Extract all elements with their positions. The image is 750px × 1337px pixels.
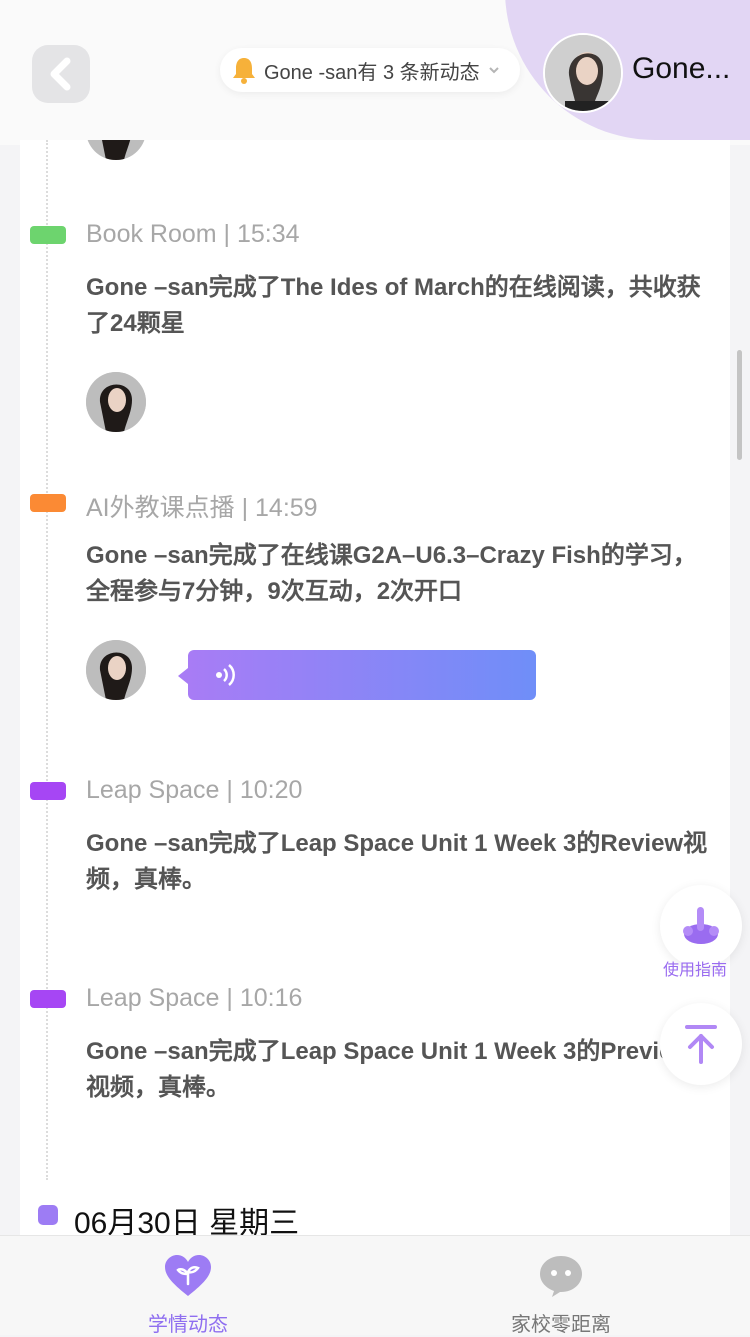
tag-marker xyxy=(30,782,66,800)
tab-label: 家校零距离 xyxy=(511,1314,611,1336)
scrollbar[interactable] xyxy=(737,350,742,460)
chat-bubble-icon xyxy=(540,1256,582,1297)
notification-pill[interactable]: Gone -san有 3 条新动态 xyxy=(220,48,520,92)
date-header: 06月30日 星期三 xyxy=(20,1180,730,1240)
usage-guide-label: 使用指南 xyxy=(663,962,728,979)
bubble-tail xyxy=(178,668,188,684)
entry-meta: Leap Space | 10:16 xyxy=(86,984,303,1012)
heart-sprout-icon xyxy=(165,1255,211,1296)
bottom-tab-bar: 学情动态 家校零距离 xyxy=(0,1235,750,1336)
chevron-left-icon xyxy=(50,57,71,91)
tab-learning-updates[interactable]: 学情动态 xyxy=(88,1236,288,1336)
date-marker xyxy=(38,1205,58,1225)
entry-text: Gone –san完成了Leap Space Unit 1 Week 3的Pre… xyxy=(86,1038,692,1101)
arrow-up-icon xyxy=(685,1025,717,1064)
avatar xyxy=(86,140,146,160)
timeline-line xyxy=(46,140,48,1180)
entry-meta: AI外教课点播 | 14:59 xyxy=(86,494,318,522)
back-button[interactable] xyxy=(32,45,90,103)
entry-meta: Book Room | 15:34 xyxy=(86,220,300,248)
entry-text: Gone –san完成了Leap Space Unit 1 Week 3的Rev… xyxy=(86,830,708,893)
entry-meta: Leap Space | 10:20 xyxy=(86,776,303,804)
tag-marker xyxy=(30,494,66,512)
avatar-image xyxy=(86,372,146,432)
chevron-down-icon xyxy=(488,67,499,74)
pointing-hand-icon xyxy=(683,907,719,944)
avatar-image xyxy=(86,140,146,160)
tab-home-school[interactable]: 家校零距离 xyxy=(461,1236,661,1336)
tag-marker xyxy=(30,226,66,244)
avatar-image xyxy=(86,640,146,700)
notification-text: Gone -san有 3 条新动态 xyxy=(264,61,480,84)
user-name: Gone... xyxy=(632,52,731,85)
entry-text: Gone –san完成了在线课G2A–U6.3–Crazy Fish的学习，全程… xyxy=(86,542,697,605)
usage-guide-button[interactable] xyxy=(660,885,742,967)
header: Gone -san有 3 条新动态 Gone... xyxy=(0,0,750,145)
sound-wave-icon xyxy=(216,664,235,686)
activity-feed[interactable]: Book Room | 15:34 Gone –san完成了The Ides o… xyxy=(20,140,730,1180)
tag-marker xyxy=(30,990,66,1008)
entry-text: Gone –san完成了The Ides of March的在线阅读，共收获了2… xyxy=(86,274,701,337)
back-to-top-button[interactable] xyxy=(660,1003,742,1085)
user-avatar[interactable] xyxy=(543,33,623,113)
bell-icon xyxy=(233,58,255,84)
voice-message-button[interactable] xyxy=(178,650,536,700)
avatar xyxy=(86,372,146,432)
tab-label: 学情动态 xyxy=(148,1314,228,1336)
avatar xyxy=(86,640,146,700)
